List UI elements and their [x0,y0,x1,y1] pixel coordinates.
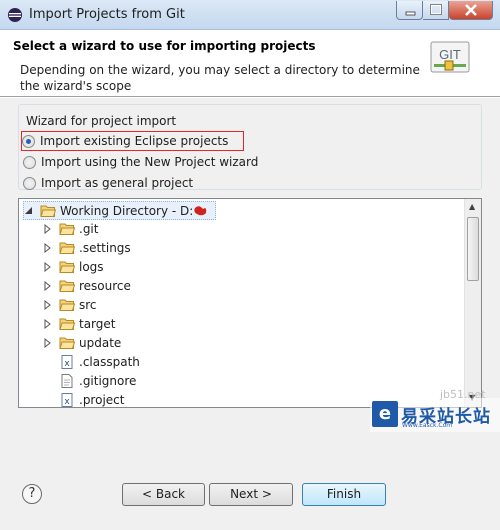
tree-item-label: update [79,335,122,350]
tree-scrollbar[interactable]: ▲ ▼ [464,199,481,407]
git-logo-icon: GIT [430,41,470,73]
radio-button[interactable] [23,155,36,169]
collapsed-arrow-icon[interactable] [43,223,53,234]
tree-item[interactable]: resource [43,276,131,295]
open-folder-icon [40,205,56,217]
tree-item[interactable]: .settings [43,238,131,257]
wizard-type-group: Wizard for project import Import existin… [18,104,482,190]
expanded-arrow-icon[interactable] [24,206,34,216]
wizard-header: Select a wizard to use for importing pro… [0,31,500,97]
radio-label: Import as general project [41,176,194,190]
tree-item[interactable]: update [43,333,121,352]
folder-icon [59,280,75,292]
xml-file-icon: x [61,354,73,369]
svg-text:x: x [64,359,70,369]
group-legend: Wizard for project import [26,114,177,128]
collapsed-arrow-icon[interactable] [43,318,53,329]
folder-icon [59,223,75,235]
tree-item[interactable]: target [43,314,116,333]
finish-button[interactable]: Finish [302,483,386,506]
folder-icon [59,242,75,254]
radio-label: Import existing Eclipse projects [40,134,229,148]
tree-item-label: .gitignore [79,373,137,388]
text-file-icon [61,373,73,388]
page-title: Select a wizard to use for importing pro… [13,39,316,53]
collapsed-arrow-icon[interactable] [43,299,53,310]
close-button[interactable] [449,1,493,20]
maximize-icon [430,4,442,15]
eclipse-icon [8,8,22,22]
collapsed-arrow-icon[interactable] [43,337,53,348]
next-button[interactable]: Next > [209,483,293,506]
tree-root-working-directory[interactable]: Working Directory - D: [23,201,217,220]
tree-item[interactable]: logs [43,257,104,276]
tree-item[interactable]: .gitignore [59,371,136,390]
tree-item[interactable]: .git [43,219,98,238]
tree-item-label: src [79,297,97,312]
title-bar: Import Projects from Git [0,0,500,30]
folder-icon [59,318,75,330]
tree-item-label: .git [79,221,99,236]
folder-icon [59,299,75,311]
collapsed-arrow-icon[interactable] [43,280,53,291]
page-description: Depending on the wizard, you may select … [20,63,420,93]
xml-file-icon: x [61,392,73,407]
radio-new-project-wizard[interactable]: Import using the New Project wizard [23,153,258,171]
collapsed-arrow-icon[interactable] [43,242,53,253]
radio-button[interactable] [23,176,36,190]
help-button[interactable]: ? [22,484,42,504]
minimize-icon [405,11,416,16]
folder-icon [59,337,75,349]
tree-item[interactable]: src [43,295,97,314]
maximize-button[interactable] [423,1,449,20]
tree-item-label: .settings [79,240,131,255]
folder-icon [59,261,75,273]
radio-label: Import using the New Project wizard [41,155,259,169]
radio-button[interactable] [22,134,35,148]
tree-item-label: logs [79,259,104,274]
directory-tree[interactable]: Working Directory - D: .git .settings lo… [18,198,482,408]
scroll-thumb[interactable] [467,217,479,281]
redaction-mark [194,205,207,215]
svg-text:x: x [64,397,70,407]
collapsed-arrow-icon[interactable] [43,261,53,272]
close-icon [465,4,477,16]
wizard-body: Wizard for project import Import existin… [0,98,500,530]
tree-item-label: .project [79,392,125,407]
tree-item[interactable]: x .project [59,390,124,409]
scroll-up-icon[interactable]: ▲ [469,202,475,211]
window-title: Import Projects from Git [29,7,185,22]
tree-item-label: .classpath [79,354,140,369]
minimize-button[interactable] [396,1,423,20]
tree-item-label: target [79,316,116,331]
tree-item[interactable]: x .classpath [59,352,140,371]
svg-text:GIT: GIT [439,47,461,62]
watermark-logo-icon: e [372,401,398,427]
back-button[interactable]: < Back [122,483,205,506]
tree-item-label: Working Directory - D: [60,203,194,218]
radio-general-project[interactable]: Import as general project [23,174,193,192]
radio-import-existing[interactable]: Import existing Eclipse projects [21,131,244,151]
tree-item-label: resource [79,278,131,293]
watermark-sub: Www.Easck.Com [402,422,453,429]
watermark-url: jb51.net [440,388,486,401]
